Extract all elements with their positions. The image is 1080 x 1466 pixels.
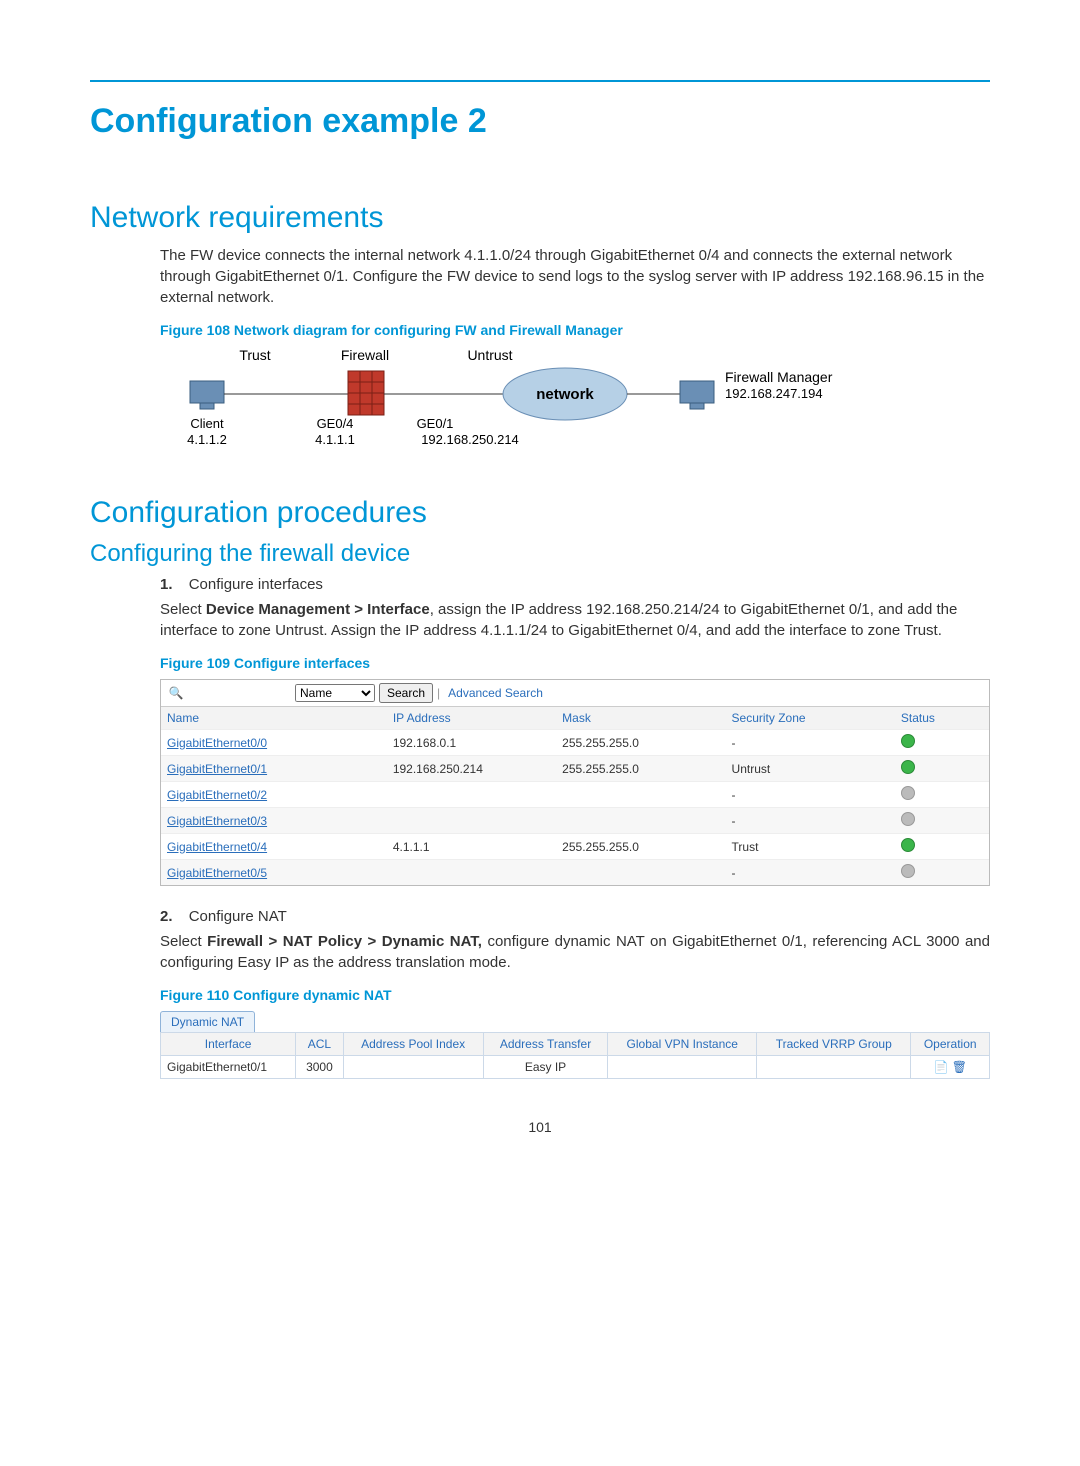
dynamic-nat-tab[interactable]: Dynamic NAT	[160, 1011, 255, 1032]
firewall-manager-label: Firewall Manager	[725, 369, 833, 385]
table-row: GigabitEthernet0/1192.168.250.214255.255…	[161, 756, 989, 782]
nat-row-vrrp	[757, 1056, 911, 1079]
col-mask[interactable]: Mask	[556, 707, 725, 730]
col-ip[interactable]: IP Address	[387, 707, 556, 730]
nat-col-pool: Address Pool Index	[343, 1033, 483, 1056]
nat-row-acl: 3000	[296, 1056, 343, 1079]
firewall-icon	[348, 371, 384, 415]
table-row: GigabitEthernet0/3-	[161, 808, 989, 834]
client-icon	[190, 381, 224, 409]
step-2-paragraph: Select Firewall > NAT Policy > Dynamic N…	[160, 931, 990, 973]
figure-110-caption: Figure 110 Configure dynamic NAT	[160, 987, 990, 1003]
table-row: GigabitEthernet0/44.1.1.1255.255.255.0Tr…	[161, 834, 989, 860]
nat-col-acl: ACL	[296, 1033, 343, 1056]
status-indicator	[901, 786, 915, 800]
client-label: Client	[190, 416, 224, 431]
ge04-ip: 4.1.1.1	[315, 432, 355, 447]
diagram-firewall-label: Firewall	[341, 347, 389, 363]
edit-icon[interactable]: 📄	[933, 1060, 948, 1074]
col-status[interactable]: Status	[895, 707, 989, 730]
step-2-label: Configure NAT	[189, 908, 287, 925]
section-config-proc: Configuration procedures	[90, 496, 990, 530]
table-row: GigabitEthernet0/5-	[161, 860, 989, 886]
ge01-ip: 192.168.250.214	[421, 432, 519, 447]
step-1-label: Configure interfaces	[189, 576, 323, 593]
figure-108-caption: Figure 108 Network diagram for configuri…	[160, 322, 990, 338]
top-rule	[90, 80, 990, 82]
interface-link[interactable]: GigabitEthernet0/2	[167, 788, 267, 802]
ge04-label: GE0/4	[317, 416, 354, 431]
advanced-search-link[interactable]: Advanced Search	[448, 686, 543, 700]
nat-col-vrrp: Tracked VRRP Group	[757, 1033, 911, 1056]
nat-row-interface: GigabitEthernet0/1	[161, 1056, 296, 1079]
page-title: Configuration example 2	[90, 102, 990, 141]
status-indicator	[901, 812, 915, 826]
page-number: 101	[90, 1119, 990, 1135]
step-1-number: 1.	[160, 576, 173, 593]
diagram-trust-label: Trust	[239, 347, 270, 363]
network-diagram: Trust Firewall Untrust	[160, 346, 860, 466]
firewall-manager-ip: 192.168.247.194	[725, 386, 823, 401]
status-indicator	[901, 760, 915, 774]
figure-109-caption: Figure 109 Configure interfaces	[160, 655, 990, 671]
interface-link[interactable]: GigabitEthernet0/1	[167, 762, 267, 776]
table-row: GigabitEthernet0/0192.168.0.1255.255.255…	[161, 730, 989, 756]
nat-col-vpn: Global VPN Instance	[608, 1033, 757, 1056]
status-indicator	[901, 838, 915, 852]
section-network-req: Network requirements	[90, 201, 990, 235]
table-row: GigabitEthernet0/2-	[161, 782, 989, 808]
nat-row-xfer: Easy IP	[483, 1056, 608, 1079]
delete-icon[interactable]: 🗑	[952, 1060, 967, 1074]
search-icon: 🔍	[165, 686, 187, 700]
step-1-paragraph: Select Device Management > Interface, as…	[160, 599, 990, 641]
interface-link[interactable]: GigabitEthernet0/3	[167, 814, 267, 828]
ge01-label: GE0/1	[417, 416, 454, 431]
step-1: 1. Configure interfaces	[160, 576, 990, 593]
dynamic-nat-table: Interface ACL Address Pool Index Address…	[160, 1032, 990, 1079]
dynamic-nat-screenshot: Dynamic NAT Interface ACL Address Pool I…	[160, 1011, 990, 1079]
col-name[interactable]: Name	[161, 707, 387, 730]
step-2: 2. Configure NAT	[160, 908, 990, 925]
nat-row-pool	[343, 1056, 483, 1079]
status-indicator	[901, 734, 915, 748]
nat-col-op: Operation	[911, 1033, 990, 1056]
search-field-select[interactable]: Name	[295, 684, 375, 702]
nat-col-interface: Interface	[161, 1033, 296, 1056]
subsection-config-fw: Configuring the firewall device	[90, 540, 990, 568]
network-label: network	[536, 386, 594, 403]
interface-table: Name IP Address Mask Security Zone Statu…	[161, 707, 989, 885]
interface-link[interactable]: GigabitEthernet0/0	[167, 736, 267, 750]
nat-row-vpn	[608, 1056, 757, 1079]
interface-link[interactable]: GigabitEthernet0/4	[167, 840, 267, 854]
interface-table-screenshot: 🔍 Name Search | Advanced Search Name IP …	[160, 679, 990, 886]
diagram-untrust-label: Untrust	[467, 347, 512, 363]
firewall-manager-icon	[680, 381, 714, 409]
col-zone[interactable]: Security Zone	[726, 707, 895, 730]
nat-row: GigabitEthernet0/1 3000 Easy IP 📄 🗑	[161, 1056, 990, 1079]
status-indicator	[901, 864, 915, 878]
step-2-number: 2.	[160, 908, 173, 925]
search-button[interactable]: Search	[379, 683, 433, 703]
nat-col-xfer: Address Transfer	[483, 1033, 608, 1056]
client-ip: 4.1.1.2	[187, 432, 227, 447]
network-req-paragraph: The FW device connects the internal netw…	[160, 245, 990, 308]
interface-link[interactable]: GigabitEthernet0/5	[167, 866, 267, 880]
